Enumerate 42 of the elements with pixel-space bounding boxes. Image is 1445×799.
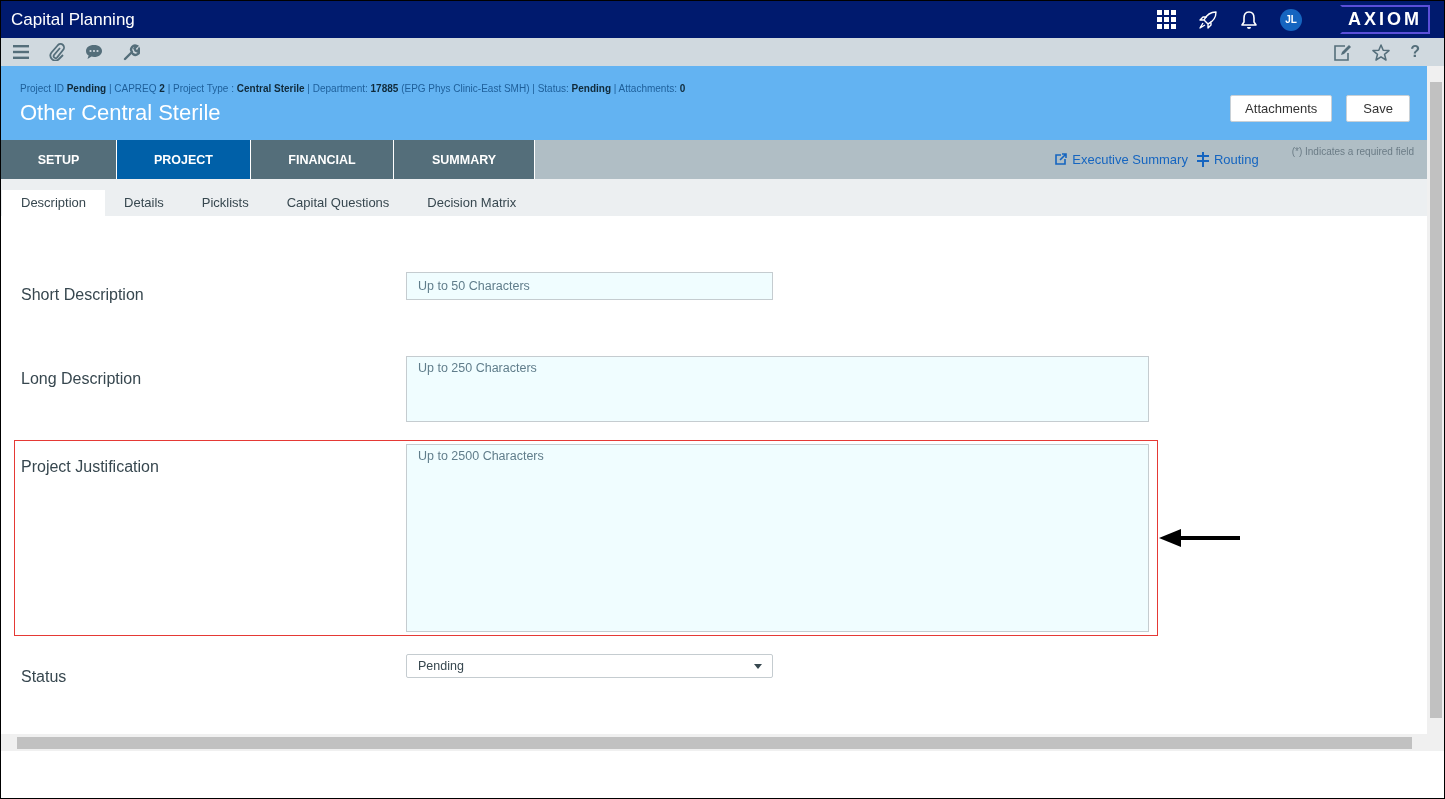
caret-icon	[754, 663, 762, 669]
vertical-scrollbar[interactable]	[1427, 66, 1444, 734]
app-title: Capital Planning	[11, 9, 136, 30]
save-button[interactable]: Save	[1346, 95, 1410, 122]
main-tab[interactable]: SUMMARY	[394, 140, 535, 179]
star-icon[interactable]	[1372, 43, 1391, 61]
project-info-line: Project ID Pending | CAPREQ 2 | Project Type : Central Sterile | Department: 17885 (EPG Phys Clinic-East SMH) | Status: Pending | Attachments: 0	[20, 83, 687, 94]
rocket-icon[interactable]	[1198, 9, 1218, 30]
executive-summary-link[interactable]: Executive Summary	[1072, 152, 1188, 167]
sub-tab[interactable]: Picklists	[182, 190, 268, 216]
text-area-field[interactable]: Up to 250 Characters	[406, 356, 1149, 422]
help-button[interactable]: ?	[1410, 43, 1420, 61]
signpost-icon	[1196, 152, 1209, 167]
main-tab[interactable]: SETUP	[1, 140, 117, 179]
field-label: Status	[21, 667, 68, 687]
apps-grid-icon[interactable]	[1157, 10, 1176, 29]
user-avatar[interactable]: JL	[1280, 8, 1302, 31]
required-field-note: (*) Indicates a required field	[1291, 146, 1414, 159]
chat-bubble-icon[interactable]	[85, 44, 103, 60]
horizontal-scrollbar[interactable]	[1, 734, 1444, 751]
main-tab[interactable]: FINANCIAL	[251, 140, 394, 179]
sub-tab[interactable]: Description	[2, 190, 106, 216]
text-input-field[interactable]: Up to 50 Characters	[406, 272, 773, 300]
field-label: Short Description	[21, 285, 145, 305]
text-area-field[interactable]: Up to 2500 Characters	[406, 444, 1149, 632]
attachments-button[interactable]: Attachments	[1230, 95, 1333, 122]
sub-tab[interactable]: Capital Questions	[267, 190, 409, 216]
main-tab[interactable]: PROJECT	[117, 140, 251, 179]
external-link-icon	[1054, 153, 1068, 166]
status-dropdown[interactable]: Pending	[406, 654, 773, 678]
app-logo: AXIOM	[1340, 5, 1430, 34]
routing-link[interactable]: Routing	[1213, 152, 1259, 167]
field-label: Project Justification	[21, 457, 160, 477]
edit-icon[interactable]	[1333, 43, 1353, 61]
paperclip-icon[interactable]	[49, 43, 65, 61]
bell-icon[interactable]	[1240, 9, 1258, 30]
sub-tab[interactable]: Details	[105, 190, 183, 216]
wrench-icon[interactable]	[123, 43, 140, 61]
project-title: Other Central Sterile	[20, 100, 222, 126]
sub-tab[interactable]: Decision Matrix	[408, 190, 536, 216]
menu-icon[interactable]	[13, 45, 29, 59]
field-label: Long Description	[21, 369, 143, 389]
